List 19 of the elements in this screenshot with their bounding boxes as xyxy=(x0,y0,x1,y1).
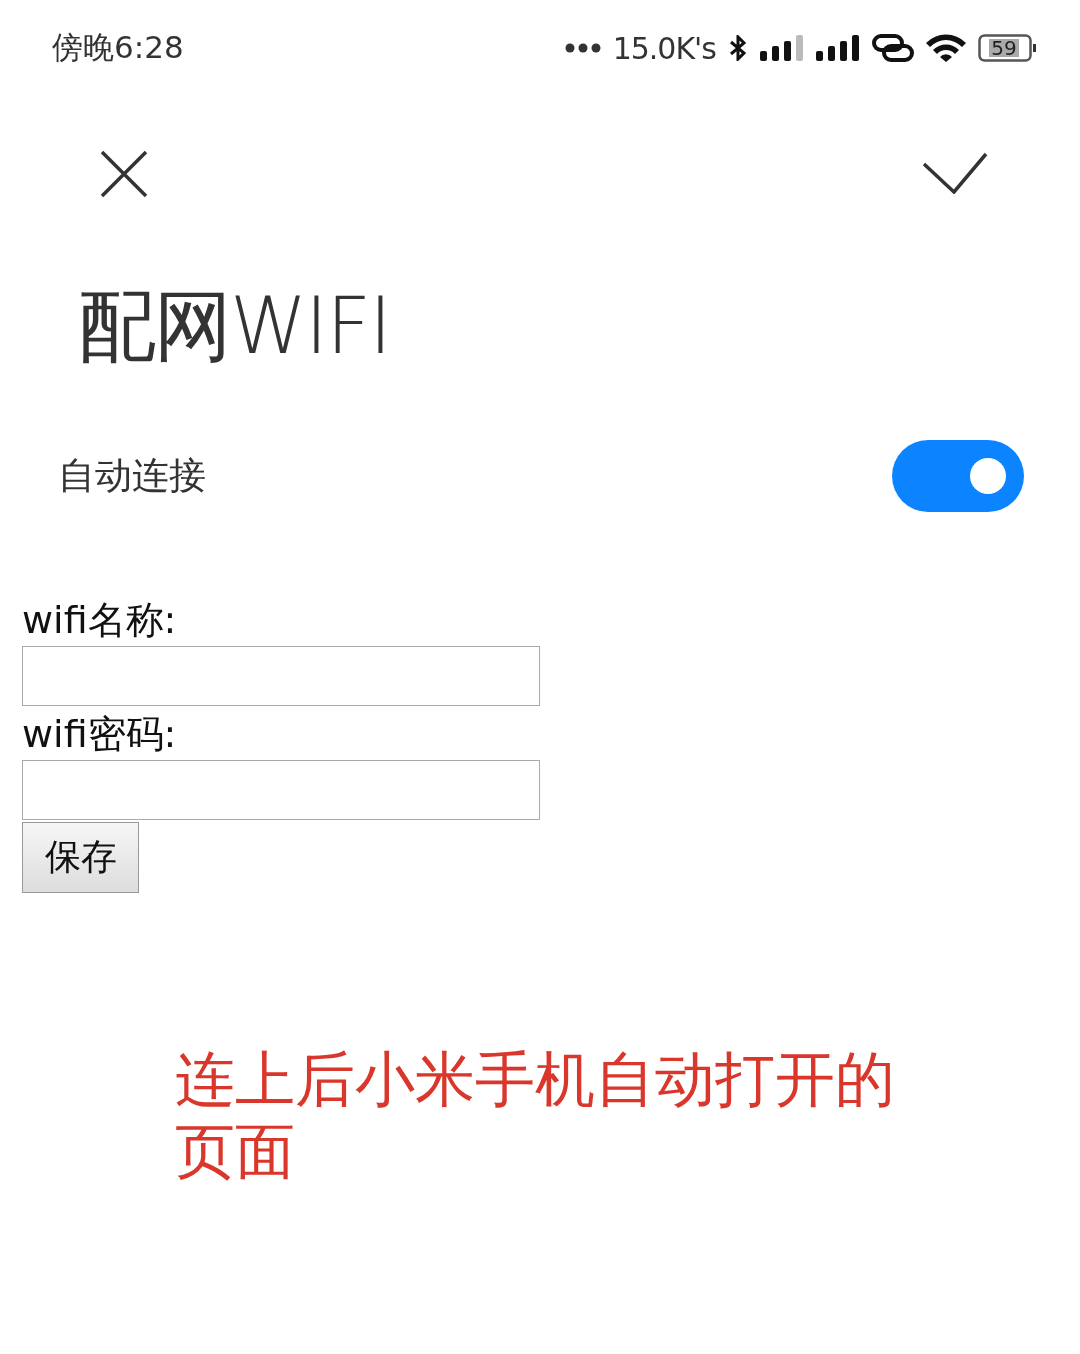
more-dots-icon xyxy=(564,43,601,53)
annotation-text: 连上后小米手机自动打开的页面 xyxy=(175,1043,896,1187)
signal-icon xyxy=(760,35,804,61)
field-label: wifi名称: xyxy=(22,597,177,644)
close-icon[interactable] xyxy=(100,150,148,198)
bluetooth-icon xyxy=(728,35,748,61)
wifi-icon xyxy=(926,34,966,62)
status-time: 傍晚6:28 xyxy=(52,28,184,67)
field-label: wifi密码: xyxy=(22,711,177,758)
network-speed: 15.0K's xyxy=(612,30,716,66)
auto-connect-label: 自动连接 xyxy=(58,453,206,499)
input-field[interactable] xyxy=(22,760,540,820)
signal-icon xyxy=(816,35,860,61)
link-icon xyxy=(872,34,914,62)
input-field[interactable] xyxy=(22,646,540,706)
page-title: 配网WIFI xyxy=(78,280,390,373)
check-icon[interactable] xyxy=(922,150,988,194)
battery-level: 59 xyxy=(989,39,1019,57)
save-button[interactable]: 保存 xyxy=(22,822,139,893)
